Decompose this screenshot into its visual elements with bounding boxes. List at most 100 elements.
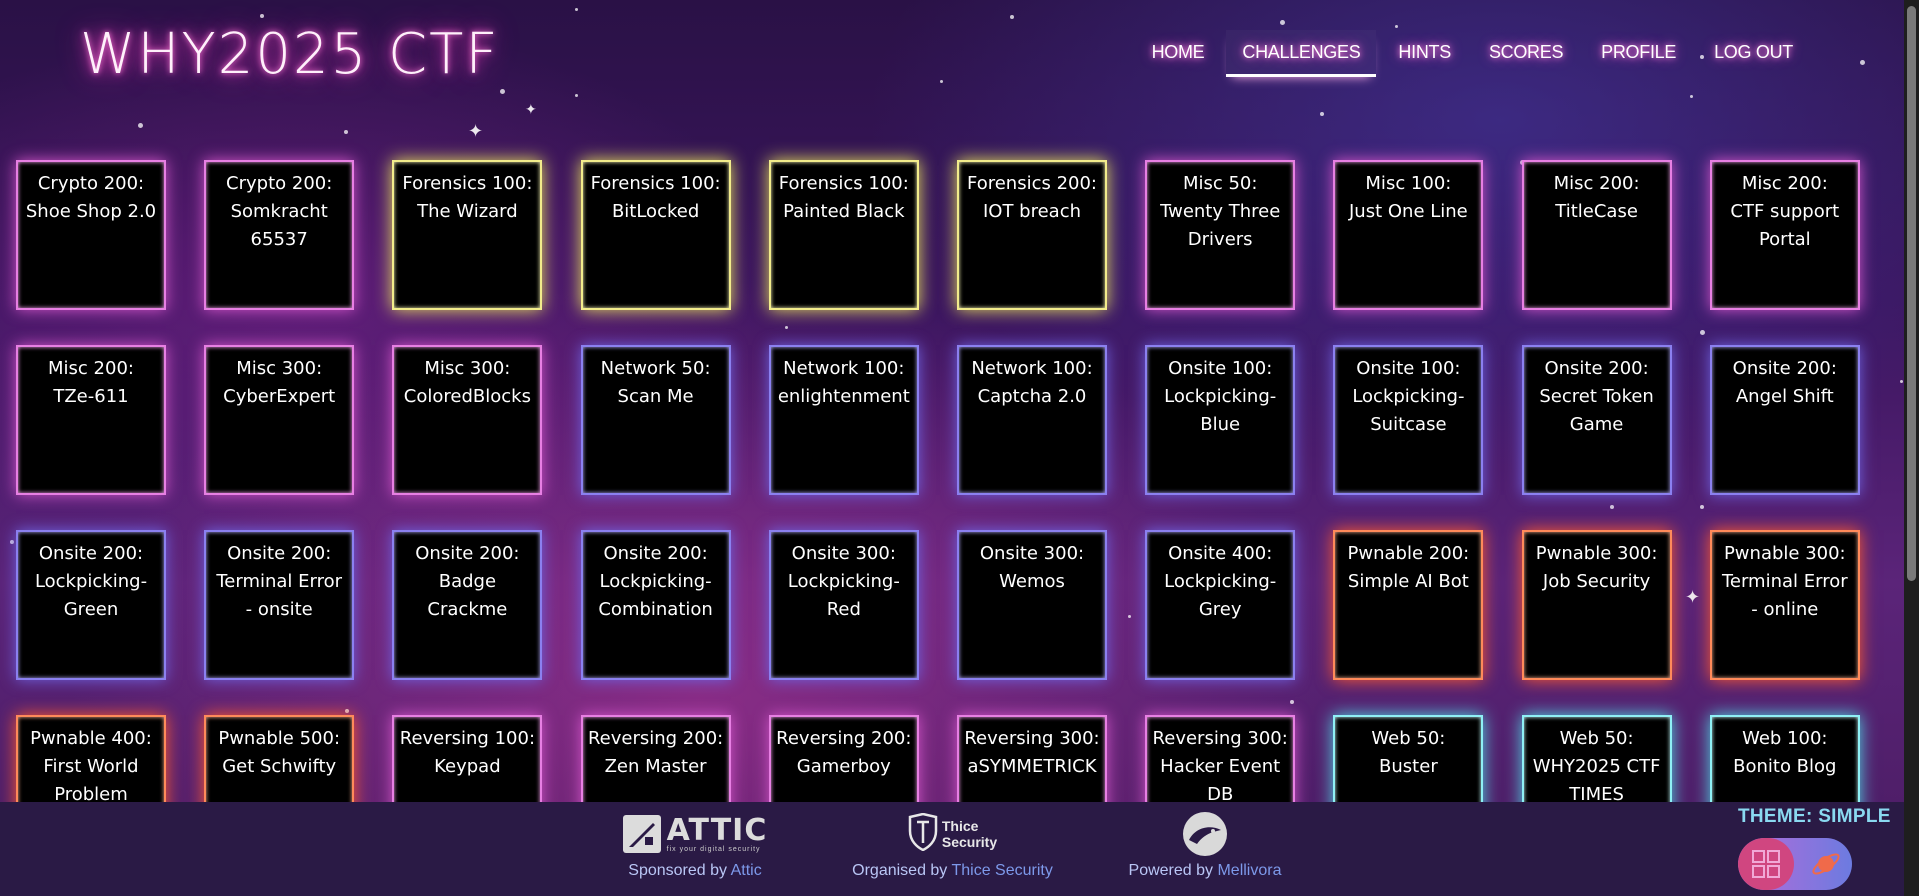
sparkle-icon: ✦ — [468, 121, 484, 141]
challenge-name: Shoe Shop 2.0 — [25, 201, 157, 222]
challenge-card[interactable]: Network 50: Scan Me — [580, 345, 731, 495]
nav-profile[interactable]: PROFILE — [1585, 30, 1692, 77]
challenge-card[interactable]: Onsite 200: Lockpicking- Green — [16, 530, 166, 680]
challenge-category: Forensics 200: — [966, 173, 1097, 194]
challenge-name: Lockpicking- — [1164, 571, 1277, 592]
challenge-category: Onsite 300: — [979, 543, 1085, 564]
sponsor-attic: ATTIC fix your digital security Sponsore… — [615, 812, 775, 880]
star-dot — [138, 123, 143, 128]
powered-link[interactable]: Mellivora — [1217, 862, 1281, 879]
thice-logo-line2: Security — [941, 834, 998, 850]
main-nav: HOME CHALLENGES HINTS SCORES PROFILE LOG… — [1136, 30, 1809, 77]
challenge-name: Terminal Error — [1721, 571, 1848, 592]
challenge-card[interactable]: Onsite 300: Wemos — [957, 530, 1107, 680]
challenge-name: Green — [63, 599, 119, 620]
challenge-card[interactable]: Misc 200: CTF support Portal — [1709, 160, 1860, 310]
challenge-name: Bonito Blog — [1733, 756, 1837, 777]
challenge-card[interactable]: Forensics 100: Painted Black — [768, 160, 919, 310]
challenge-category: Network 50: — [600, 358, 711, 379]
challenge-name: Hacker Event — [1160, 756, 1281, 777]
challenge-name: Job Security — [1542, 571, 1651, 592]
challenge-name: Blue — [1200, 414, 1241, 435]
organiser-link[interactable]: Thice Security — [951, 862, 1052, 879]
challenge-name: Zen Master — [604, 756, 707, 777]
challenge-category: Misc 200: — [48, 358, 134, 379]
challenge-card[interactable]: Misc 300: CyberExpert — [204, 345, 355, 495]
nav-logout[interactable]: LOG OUT — [1698, 30, 1809, 77]
star-dot — [345, 709, 349, 713]
challenge-card[interactable]: Onsite 100: Lockpicking- Blue — [1145, 345, 1296, 495]
challenge-category: Forensics 100: — [590, 173, 721, 194]
challenge-card[interactable]: Onsite 200: Angel Shift — [1709, 345, 1860, 495]
challenge-name: Somkracht — [230, 201, 328, 222]
challenge-category: Reversing 200: — [776, 728, 912, 749]
challenge-card[interactable]: Forensics 100: The Wizard — [392, 160, 543, 310]
thice-logo-line1: Thice — [941, 818, 979, 834]
theme-toggle[interactable] — [1738, 838, 1852, 890]
challenge-card[interactable]: Onsite 200: Terminal Error - onsite — [204, 530, 355, 680]
challenge-category: Pwnable 500: — [218, 728, 341, 749]
challenge-name: Just One Line — [1349, 201, 1468, 222]
attic-logo[interactable]: ATTIC fix your digital security — [615, 812, 775, 856]
challenge-category: Misc 300: — [424, 358, 511, 379]
challenge-category: Onsite 400: — [1168, 543, 1273, 564]
sparkle-icon: ✦ — [525, 101, 537, 117]
star-dot — [785, 326, 788, 329]
challenge-card[interactable]: Pwnable 200: Simple AI Bot — [1333, 530, 1484, 680]
challenge-card[interactable]: Forensics 200: IOT breach — [957, 160, 1107, 310]
challenge-name: Secret Token — [1539, 386, 1654, 407]
mellivora-logo-icon[interactable] — [1183, 812, 1227, 856]
challenge-name: Lockpicking- — [34, 571, 148, 592]
nav-hints[interactable]: HINTS — [1382, 30, 1467, 77]
challenge-name: Crackme — [427, 599, 508, 620]
challenge-card[interactable]: Onsite 200: Lockpicking- Combination — [580, 530, 731, 680]
challenge-card[interactable]: Misc 100: Just One Line — [1333, 160, 1484, 310]
challenge-card[interactable]: Onsite 100: Lockpicking- Suitcase — [1333, 345, 1484, 495]
star-dot — [1395, 25, 1398, 28]
organiser-prefix: Organised by — [852, 862, 948, 879]
challenge-card[interactable]: Onsite 200: Secret Token Game — [1521, 345, 1672, 495]
challenge-card[interactable]: Network 100: Captcha 2.0 — [957, 345, 1107, 495]
nav-home[interactable]: HOME — [1136, 30, 1221, 77]
challenge-name: Twenty Three — [1160, 201, 1281, 222]
challenge-name: CyberExpert — [223, 386, 336, 407]
attic-logo-tagline: fix your digital security — [666, 845, 761, 853]
nav-scores[interactable]: SCORES — [1473, 30, 1579, 77]
challenge-card[interactable]: Misc 200: TitleCase — [1521, 160, 1672, 310]
star-dot — [1280, 20, 1285, 25]
challenge-category: Network 100: — [971, 358, 1093, 379]
challenge-category: Crypto 200: — [37, 173, 145, 194]
star-dot — [1860, 60, 1865, 65]
challenge-card[interactable]: Onsite 200: Badge Crackme — [392, 530, 543, 680]
challenge-card[interactable]: Misc 300: ColoredBlocks — [392, 345, 543, 495]
challenge-card[interactable]: Onsite 400: Lockpicking- Grey — [1145, 530, 1296, 680]
challenge-category: Web 100: — [1742, 728, 1828, 749]
challenge-name: aSYMMETRICK — [967, 756, 1097, 777]
challenge-card[interactable]: Crypto 200: Somkracht 65537 — [204, 160, 355, 310]
challenge-card[interactable]: Crypto 200: Shoe Shop 2.0 — [16, 160, 166, 310]
challenge-card[interactable]: Onsite 300: Lockpicking- Red — [768, 530, 919, 680]
challenge-category: Reversing 300: — [1152, 728, 1288, 749]
challenge-category: Misc 100: — [1365, 173, 1452, 194]
scrollbar[interactable] — [1904, 0, 1919, 896]
nav-challenges[interactable]: CHALLENGES — [1226, 30, 1377, 77]
challenge-card[interactable]: Pwnable 300: Terminal Error - online — [1709, 530, 1860, 680]
site-logo[interactable]: WHY2025 CTF — [80, 22, 500, 87]
powered-prefix: Powered by — [1128, 862, 1214, 879]
challenge-card[interactable]: Pwnable 300: Job Security — [1521, 530, 1672, 680]
challenge-category: Network 100: — [783, 358, 905, 379]
challenge-card[interactable]: Forensics 100: BitLocked — [580, 160, 731, 310]
challenge-category: Onsite 100: — [1168, 358, 1273, 379]
star-dot — [1690, 95, 1693, 98]
challenge-card[interactable]: Network 100: enlightenment — [768, 345, 919, 495]
sponsor-link[interactable]: Attic — [731, 862, 762, 879]
challenge-category: Pwnable 400: — [30, 728, 152, 749]
challenge-category: Misc 300: — [236, 358, 323, 379]
thice-logo[interactable]: Thice Security — [845, 812, 1060, 856]
challenge-card[interactable]: Misc 50: Twenty Three Drivers — [1145, 160, 1296, 310]
challenge-name: Grey — [1198, 599, 1242, 620]
star-dot — [260, 14, 264, 18]
challenge-card[interactable]: Misc 200: TZe-611 — [16, 345, 166, 495]
scrollbar-thumb[interactable] — [1907, 6, 1916, 581]
challenge-name: CTF support — [1730, 201, 1840, 222]
